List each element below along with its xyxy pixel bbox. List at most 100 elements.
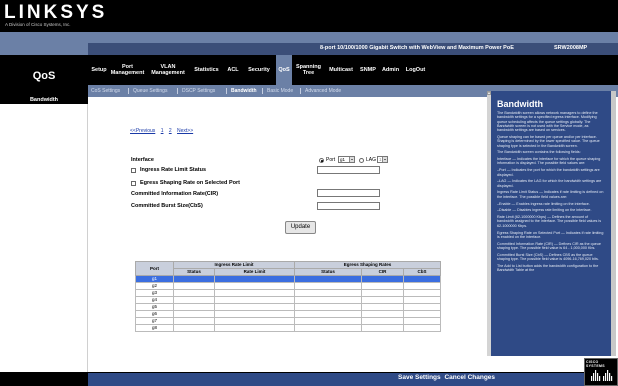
nav-vlan-management[interactable]: VLAN Management [148, 55, 188, 85]
nav-security[interactable]: Security [243, 55, 275, 85]
cbs-label: Committed Burst Size(CbS) [131, 203, 203, 209]
nav-multicast[interactable]: Multicast [325, 55, 357, 85]
help-paragraph: Egress Shaping Rate on Selected Port — I… [497, 230, 604, 239]
table-cell [173, 324, 215, 332]
help-paragraph: Interface — Indicates the interface for … [497, 157, 601, 166]
footer-actions: Save Settings Cancel Changes [398, 374, 497, 381]
table-cell [213, 324, 296, 332]
port-cell: g8 [135, 324, 174, 332]
main-nav: Setup Port Management VLAN Management St… [88, 55, 618, 85]
interface-label: Interface [131, 157, 154, 163]
nav-qos[interactable]: QoS [276, 55, 292, 85]
table-cell [361, 282, 405, 290]
table-cell [361, 275, 405, 283]
table-row[interactable]: g2 [135, 282, 442, 290]
table-cell [403, 310, 442, 318]
header: 8-port 10/100/1000 Gigabit Switch with W… [0, 32, 618, 97]
table-row[interactable]: g8 [135, 324, 442, 332]
port-radio[interactable] [319, 158, 324, 163]
port-radio-label: Port [326, 157, 336, 163]
subnav-dscp-settings[interactable]: DSCP Settings [182, 85, 215, 97]
port-cell: g3 [135, 289, 174, 297]
table-cell [173, 296, 215, 304]
lag-select[interactable]: 1 [377, 156, 388, 163]
cbs-input[interactable] [317, 202, 380, 210]
port-cell: g5 [135, 303, 174, 311]
ingress-rate-limit-checkbox[interactable] [131, 168, 136, 173]
table-cell [294, 275, 363, 283]
col-ingress-status: Status [173, 268, 215, 276]
subnav-divider [300, 88, 301, 94]
lag-radio[interactable] [359, 158, 364, 163]
ingress-rate-limit-input[interactable] [317, 166, 380, 174]
table-cell [213, 289, 296, 297]
help-paragraph: –LAG — Indicates the LAG for which the b… [497, 179, 602, 188]
nav-logout[interactable]: LogOut [403, 55, 428, 85]
table-cell [173, 282, 215, 290]
cir-input[interactable] [317, 189, 380, 197]
save-settings-button[interactable]: Save Settings [398, 374, 441, 381]
footer-bar [88, 373, 588, 386]
egress-shaping-checkbox[interactable] [131, 181, 136, 186]
nav-spanning-tree[interactable]: Spanning Tree [294, 55, 323, 85]
cancel-changes-button[interactable]: Cancel Changes [444, 374, 495, 381]
table-row[interactable]: g1 [135, 275, 442, 283]
table-cell [294, 282, 363, 290]
port-select-value: g1 [340, 157, 346, 162]
help-paragraph: –Enable — Enables ingress rate limiting … [497, 201, 590, 206]
model-description: 8-port 10/100/1000 Gigabit Switch with W… [320, 45, 514, 51]
help-paragraph: The Bandwidth screen contains the follow… [497, 150, 581, 155]
logo-tagline: A Division of Cisco Systems, Inc. [5, 22, 71, 27]
lag-radio-label: LAG [366, 157, 377, 163]
col-egress-cir: CIR [361, 268, 405, 276]
help-paragraph: Queue shaping can be based per queue and… [497, 134, 600, 148]
port-select[interactable]: g1 [338, 156, 355, 163]
col-port: Port [135, 261, 174, 276]
subnav-cos-settings[interactable]: CoS Settings [91, 85, 120, 97]
table-row[interactable]: g5 [135, 303, 442, 311]
col-ingress-rate-limit: Ingress Rate Limit [172, 261, 296, 269]
nav-snmp[interactable]: SNMP [358, 55, 378, 85]
sidebar: Bandwidth [0, 97, 88, 372]
table-cell [403, 289, 442, 297]
table-row[interactable]: g7 [135, 317, 442, 325]
table-row[interactable]: g4 [135, 296, 442, 304]
table-cell [213, 296, 296, 304]
linksys-logo: LINKSYS [4, 2, 108, 23]
ingress-rate-limit-label: Ingress Rate Limit Status [140, 167, 207, 173]
help-scrollbar[interactable] [611, 91, 616, 356]
help-paragraph: The Add to List button adds the bandwidt… [497, 263, 599, 273]
pager-page-1[interactable]: 1 [161, 128, 164, 134]
sidebar-item-bandwidth[interactable]: Bandwidth [0, 97, 88, 104]
table-row[interactable]: g3 [135, 289, 442, 297]
pager-previous[interactable]: <<Previous [130, 128, 155, 134]
subnav-basic-mode[interactable]: Basic Mode [267, 85, 293, 97]
bandwidth-table: Port Ingress Rate Limit Egress Shaping R… [135, 261, 442, 332]
chevron-down-icon [349, 157, 354, 162]
help-body: The Bandwidth screen allows network mana… [497, 111, 605, 272]
pager-next[interactable]: Next>> [177, 128, 193, 134]
help-paragraph: –Disable — Disables ingress rate limitin… [497, 208, 592, 213]
pager-page-2[interactable]: 2 [169, 128, 172, 134]
table-cell [173, 303, 215, 311]
nav-acl[interactable]: ACL [224, 55, 242, 85]
subnav-bandwidth[interactable]: Bandwidth [231, 85, 257, 97]
nav-admin[interactable]: Admin [379, 55, 402, 85]
help-panel: Bandwidth The Bandwidth screen allows ne… [491, 91, 611, 356]
update-button[interactable]: Update [285, 221, 316, 234]
subnav-queue-settings[interactable]: Queue Settings [133, 85, 167, 97]
cisco-logo: CISCO SYSTEMS [584, 358, 618, 386]
table-cell [173, 310, 215, 318]
footer [0, 372, 618, 386]
nav-port-management[interactable]: Port Management [109, 55, 146, 85]
table-cell [403, 275, 442, 283]
section-title: QoS [0, 55, 88, 97]
nav-setup[interactable]: Setup [90, 55, 108, 85]
port-cell: g4 [135, 296, 174, 304]
table-row[interactable]: g6 [135, 310, 442, 318]
chevron-down-icon [382, 157, 387, 162]
nav-statistics[interactable]: Statistics [190, 55, 223, 85]
subnav-advanced-mode[interactable]: Advanced Mode [305, 85, 341, 97]
table-cell [294, 289, 363, 297]
table-cell [361, 303, 405, 311]
